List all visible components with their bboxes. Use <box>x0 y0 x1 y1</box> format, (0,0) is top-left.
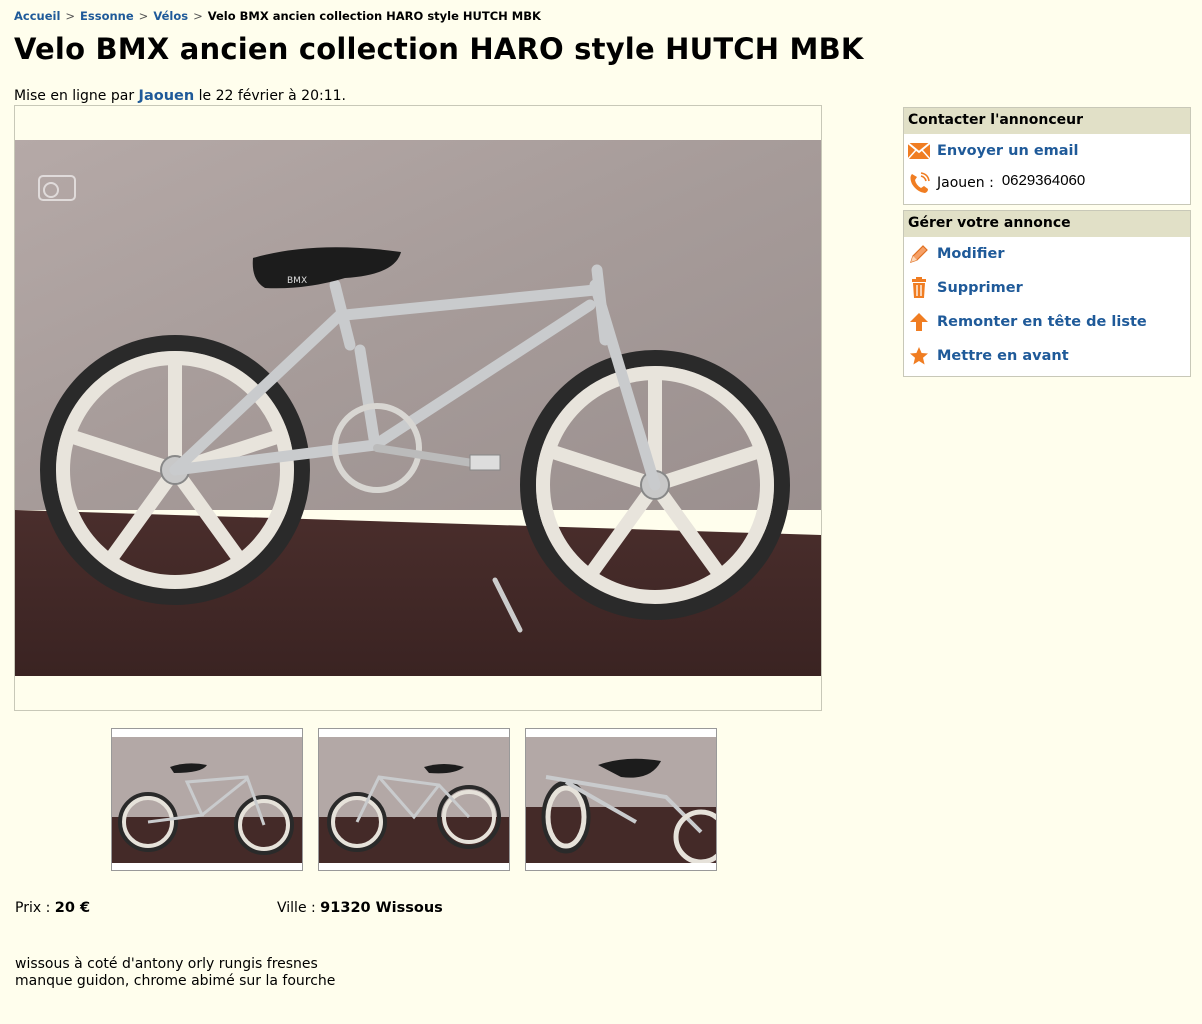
thumbnail-photo <box>112 737 302 863</box>
send-email-link[interactable]: Envoyer un email <box>937 143 1079 159</box>
breadcrumb-current: Velo BMX ancien collection HARO style HU… <box>207 9 541 23</box>
feature-row[interactable]: Mettre en avant <box>904 339 1190 373</box>
phone-contact-name: Jaouen : <box>937 175 994 191</box>
posted-prefix: Mise en ligne par <box>14 88 135 104</box>
breadcrumb-separator: > <box>193 9 203 23</box>
breadcrumb-home-link[interactable]: Accueil <box>14 9 60 23</box>
modify-row[interactable]: Modifier <box>904 237 1190 271</box>
main-image-frame: BMX <box>14 105 822 711</box>
price-value: 20 € <box>54 900 91 916</box>
description-line: manque guidon, chrome abimé sur la fourc… <box>15 973 336 989</box>
breadcrumb-separator: > <box>65 9 76 23</box>
author-link[interactable]: Jaouen <box>139 88 195 104</box>
city-value: 91320 Wissous <box>320 900 443 916</box>
posted-date: le 22 février à 20:11. <box>198 88 346 104</box>
star-icon <box>907 344 931 368</box>
delete-link[interactable]: Supprimer <box>937 280 1023 296</box>
price-label: Prix : <box>15 900 51 916</box>
thumbnail-photo <box>526 737 716 863</box>
description-line: wissous à coté d'antony orly rungis fres… <box>15 956 318 972</box>
feature-link[interactable]: Mettre en avant <box>937 348 1069 364</box>
thumbnail-photo <box>319 737 509 863</box>
city-label: Ville : <box>277 900 316 916</box>
ad-description: wissous à coté d'antony orly rungis fres… <box>15 956 335 990</box>
trash-icon <box>907 276 931 300</box>
breadcrumb-separator: > <box>138 9 149 23</box>
phone-number: 0629364060 <box>1001 171 1086 189</box>
arrow-up-icon <box>907 310 931 334</box>
thumbnail-2[interactable] <box>318 728 510 871</box>
pencil-icon <box>907 242 931 266</box>
contact-box: Contacter l'annonceur Envoyer un email J… <box>903 107 1191 205</box>
svg-text:BMX: BMX <box>287 276 307 286</box>
main-photo[interactable]: BMX <box>15 140 821 676</box>
thumbnail-3[interactable] <box>525 728 717 871</box>
contact-box-header: Contacter l'annonceur <box>904 108 1190 134</box>
bump-row[interactable]: Remonter en tête de liste <box>904 305 1190 339</box>
breadcrumb-region-link[interactable]: Essonne <box>80 9 134 23</box>
city-info: Ville : 91320 Wissous <box>277 900 443 916</box>
price-info: Prix : 20 € <box>15 900 90 916</box>
manage-box: Gérer votre annonce Modifier Supprimer R… <box>903 210 1191 377</box>
phone-icon <box>907 171 931 195</box>
phone-row: Jaouen : 0629364060 <box>904 168 1190 198</box>
modify-link[interactable]: Modifier <box>937 246 1004 262</box>
page-title: Velo BMX ancien collection HARO style HU… <box>14 32 864 66</box>
posted-info: Mise en ligne par Jaouen le 22 février à… <box>14 88 346 104</box>
breadcrumb: Accueil > Essonne > Vélos > Velo BMX ancien co… <box>14 9 541 23</box>
delete-row[interactable]: Supprimer <box>904 271 1190 305</box>
envelope-icon <box>907 139 931 163</box>
send-email-row[interactable]: Envoyer un email <box>904 134 1190 168</box>
thumbnail-1[interactable] <box>111 728 303 871</box>
breadcrumb-category-link[interactable]: Vélos <box>153 9 188 23</box>
bump-link[interactable]: Remonter en tête de liste <box>937 314 1147 330</box>
manage-box-header: Gérer votre annonce <box>904 211 1190 237</box>
